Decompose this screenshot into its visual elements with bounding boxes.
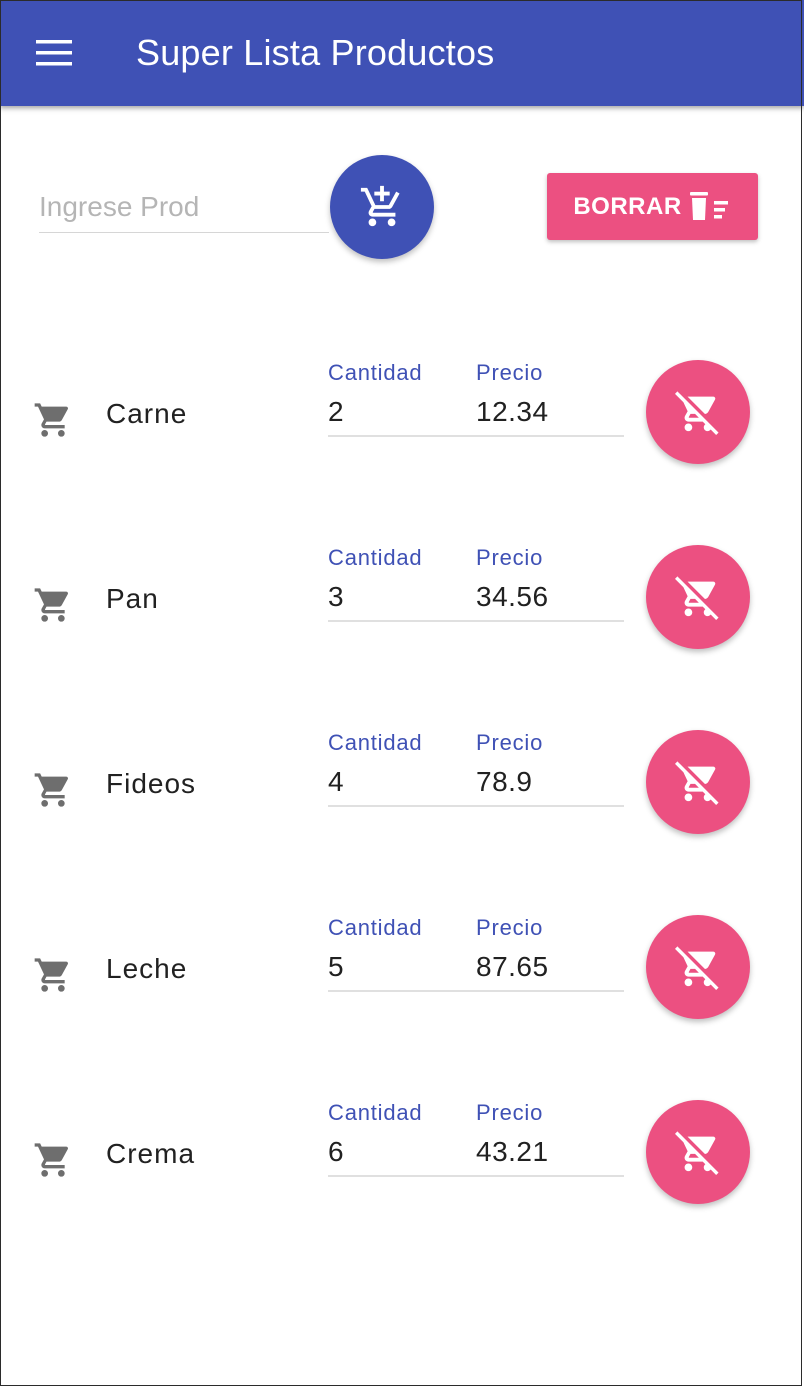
app-bar: Super Lista Productos [0, 0, 804, 106]
product-row: Fideos Cantidad Precio 4 78.9 [0, 730, 804, 860]
price-field[interactable]: 12.34 [476, 396, 549, 428]
quantity-field[interactable]: 2 [328, 396, 344, 428]
quantity-label: Cantidad [328, 915, 423, 940]
remove-shopping-cart-icon [675, 576, 719, 620]
quantity-label: Cantidad [328, 545, 423, 570]
price-label: Precio [476, 730, 544, 755]
quantity-label: Cantidad [328, 1100, 423, 1125]
product-input[interactable] [39, 186, 329, 228]
price-label: Precio [476, 1100, 544, 1125]
clear-button[interactable]: BORRAR [547, 173, 758, 240]
clear-button-label: BORRAR [573, 192, 682, 220]
price-label: Precio [476, 915, 544, 940]
remove-product-button[interactable] [646, 545, 750, 649]
price-field[interactable]: 34.56 [476, 581, 549, 613]
quantity-label: Cantidad [328, 360, 423, 385]
quantity-field[interactable]: 3 [328, 581, 344, 613]
remove-product-button[interactable] [646, 915, 750, 1019]
quantity-field[interactable]: 6 [328, 1136, 344, 1168]
product-row: Pan Cantidad Precio 3 34.56 [0, 545, 804, 675]
field-underline [328, 435, 624, 437]
product-row: Crema Cantidad Precio 6 43.21 [0, 1100, 804, 1230]
field-underline [328, 620, 624, 622]
remove-product-button[interactable] [646, 360, 750, 464]
quantity-label: Cantidad [328, 730, 423, 755]
product-name: Crema [106, 1138, 196, 1169]
price-label: Precio [476, 360, 544, 385]
menu-button[interactable] [22, 28, 86, 78]
shopping-cart-icon [34, 773, 69, 807]
delete-sweep-icon [689, 191, 728, 220]
add-product-button[interactable] [330, 155, 434, 259]
shopping-cart-icon [34, 588, 69, 622]
menu-icon [36, 40, 72, 66]
shopping-cart-icon [34, 403, 69, 437]
product-row: Leche Cantidad Precio 5 87.65 [0, 915, 804, 1045]
remove-shopping-cart-icon [675, 761, 719, 805]
product-input-field [39, 186, 329, 233]
field-underline [328, 990, 624, 992]
remove-product-button[interactable] [646, 730, 750, 834]
remove-shopping-cart-icon [675, 391, 719, 435]
product-name: Fideos [106, 768, 197, 799]
product-name: Pan [106, 583, 159, 614]
price-field[interactable]: 78.9 [476, 766, 533, 798]
quantity-field[interactable]: 5 [328, 951, 344, 983]
remove-shopping-cart-icon [675, 946, 719, 990]
remove-product-button[interactable] [646, 1100, 750, 1204]
price-label: Precio [476, 545, 544, 570]
shopping-cart-icon [34, 958, 69, 992]
field-underline [328, 1175, 624, 1177]
price-field[interactable]: 43.21 [476, 1136, 549, 1168]
product-row: Carne Cantidad Precio 2 12.34 [0, 360, 804, 490]
product-name: Carne [106, 398, 188, 429]
add-shopping-cart-icon [360, 185, 400, 227]
product-name: Leche [106, 953, 188, 984]
field-underline [328, 805, 624, 807]
app-title: Super Lista Productos [136, 32, 495, 73]
shopping-cart-icon [34, 1143, 69, 1177]
remove-shopping-cart-icon [675, 1131, 719, 1175]
price-field[interactable]: 87.65 [476, 951, 549, 983]
quantity-field[interactable]: 4 [328, 766, 344, 798]
